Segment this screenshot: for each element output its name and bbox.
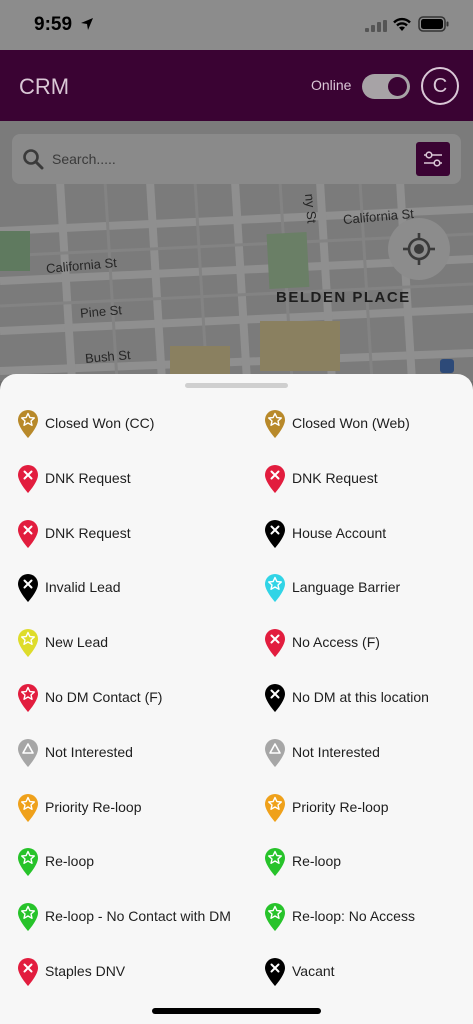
legend-item: Language Barrier [264,573,473,603]
status-bar: 9:59 [0,0,473,50]
legend-label: Staples DNV [45,963,126,979]
legend-label: Priority Re-loop [292,798,389,815]
legend-sheet: Closed Won (CC) Closed Won (Web) DNK Reque… [0,374,473,1024]
legend-label: Language Barrier [292,579,401,596]
legend-label: Re-loop - No Contact with DM [45,908,231,925]
star-pin-icon [265,410,285,438]
legend-label: No DM Contact (F) [45,689,163,705]
legend-item: No DM Contact (F) [17,683,247,713]
legend-label: Re-loop [45,853,95,870]
legend-label: DNK Request [45,524,131,541]
x-pin-icon [18,958,38,986]
online-label: Online [311,77,352,93]
legend-item: Invalid Lead [17,573,247,603]
legend-label: Not Interested [45,743,133,760]
legend-label: No DM at this location [292,689,429,705]
x-pin-icon [265,684,285,712]
triangle-pin-icon [265,738,285,767]
x-pin-icon [18,519,38,548]
star-pin-icon [18,903,38,932]
legend-item: DNK Request [17,464,247,494]
legend-item: DNK Request [264,464,473,494]
filter-button[interactable] [416,142,450,176]
legend-item: Re-loop: No Access [264,902,473,932]
sheet-grabber[interactable] [185,383,288,388]
legend-item: Re-loop [264,847,473,877]
legend-item: New Lead [17,628,247,658]
legend-label: Not Interested [292,743,380,760]
cellular-signal-icon [365,20,387,32]
search-input[interactable] [52,146,352,172]
legend-label: Closed Won (Web) [292,415,410,431]
map-view[interactable]: California St California St Pine St Bush… [0,121,473,381]
street-label: ny St [302,193,320,224]
legend-item: Re-loop - No Contact with DM [17,902,247,932]
transit-icon [440,359,454,373]
search-bar [12,134,461,184]
legend-item: House Account [264,519,473,549]
battery-icon [418,16,449,32]
wifi-icon [393,17,411,31]
home-indicator [152,1008,321,1014]
star-pin-icon [265,848,285,877]
star-pin-icon [265,793,285,822]
legend-item: Not Interested [17,738,247,768]
legend-label: No Access (F) [292,634,380,651]
legend-item: No Access (F) [264,628,473,658]
legend-item: Priority Re-loop [17,793,247,823]
district-label: BELDEN PLACE [276,289,411,306]
legend-label: Closed Won (CC) [45,415,155,431]
legend-item: Closed Won (CC) [17,409,247,439]
legend-item: DNK Request [17,519,247,549]
legend-label: New Lead [45,634,109,651]
search-icon [23,149,44,170]
legend-label: Re-loop: No Access [292,908,415,925]
status-time: 9:59 [34,14,73,35]
legend-item: Vacant [264,957,473,987]
legend-item: Priority Re-loop [264,793,473,823]
star-pin-icon [265,903,285,932]
legend-item: Not Interested [264,738,473,768]
star-pin-icon [18,848,38,877]
star-pin-icon [18,684,38,712]
legend-label: House Account [292,524,387,541]
toggle-knob [388,77,407,96]
triangle-pin-icon [18,738,38,767]
star-pin-icon [265,574,285,603]
legend-label: Vacant [292,963,335,979]
legend-label: Invalid Lead [45,579,121,596]
legend-item: Staples DNV [17,957,247,987]
legend-label: Re-loop [292,853,342,870]
x-pin-icon [265,519,285,548]
legend-label: DNK Request [292,469,378,486]
x-pin-icon [265,958,285,986]
legend-item: Re-loop [17,847,247,877]
app-title: CRM [19,74,70,99]
filter-sliders-icon [424,151,442,167]
legend-label: Priority Re-loop [45,798,142,815]
x-pin-icon [18,574,38,603]
star-pin-icon [18,629,38,658]
legend-item: Closed Won (Web) [264,409,473,439]
locate-me-button[interactable] [388,218,450,280]
online-toggle[interactable] [362,74,410,99]
x-pin-icon [265,629,285,658]
star-pin-icon [18,793,38,822]
app-header: CRM Online C [0,50,473,121]
x-pin-icon [18,464,38,493]
avatar[interactable]: C [421,67,459,105]
legend-label: DNK Request [45,469,131,486]
legend-item: No DM at this location [264,683,473,713]
star-pin-icon [18,410,38,438]
location-arrow-icon [81,18,93,30]
x-pin-icon [265,464,285,493]
crosshair-icon [403,233,435,265]
